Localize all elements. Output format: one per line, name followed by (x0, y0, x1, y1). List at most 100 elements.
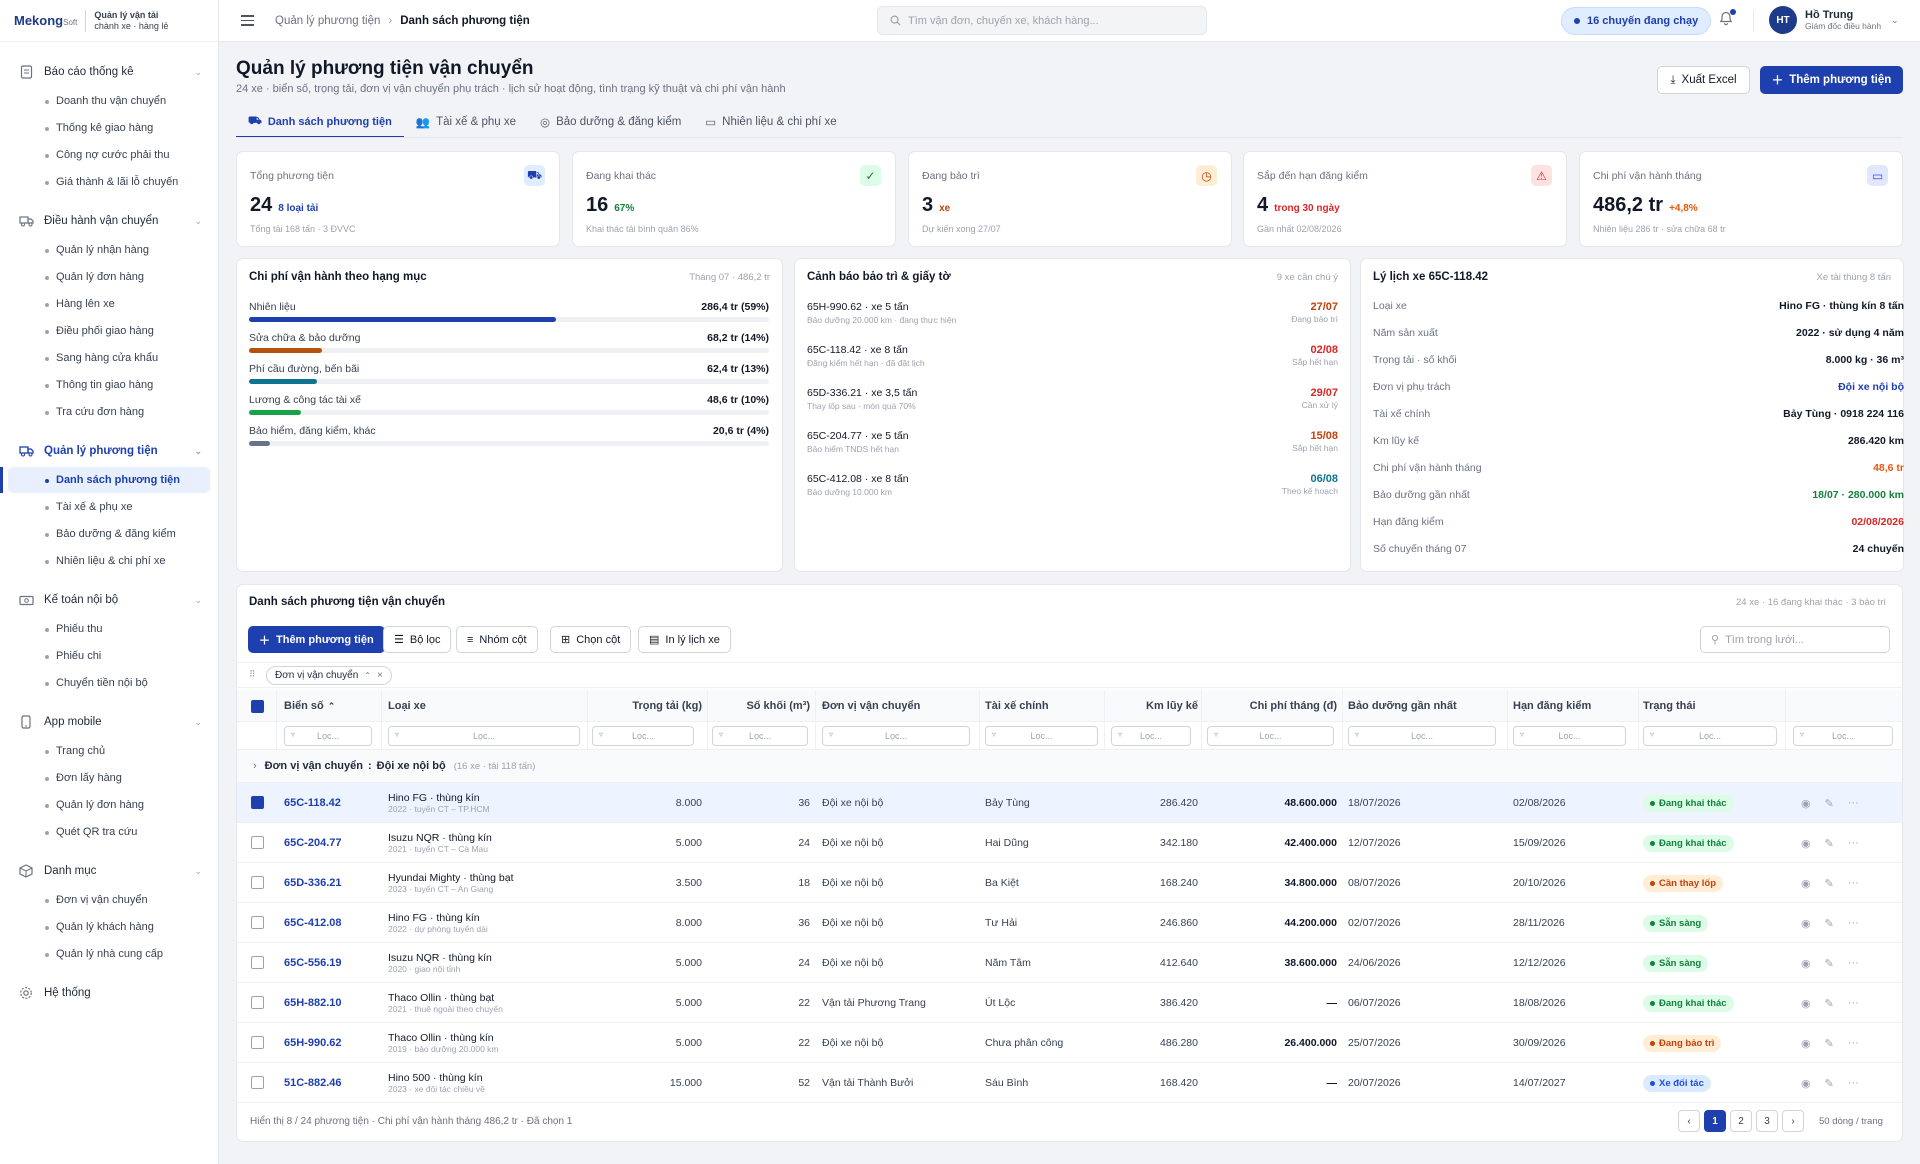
tab-fuel-costs[interactable]: ▭ Nhiên liệu & chi phí xe (693, 108, 848, 138)
alert-row[interactable]: 65H-990.62 · xe 5 tấn Bảo dưỡng 20.000 km… (807, 301, 1338, 337)
column-header[interactable]: Chi phí tháng (đ) (1207, 690, 1337, 722)
eye-icon[interactable]: ◉ (1801, 797, 1811, 810)
plate-cell[interactable]: 65D-336.21 (284, 863, 384, 903)
alert-row[interactable]: 65C-412.08 · xe 8 tấn Bảo dưỡng 10.000 km… (807, 473, 1338, 509)
sidebar-item[interactable]: Phiếu chi (8, 643, 210, 669)
sidebar-item[interactable]: Tra cứu đơn hàng (8, 399, 210, 425)
alert-row[interactable]: 65C-204.77 · xe 5 tấn Bảo hiểm TNDS hết h… (807, 430, 1338, 466)
next-page-button[interactable]: › (1782, 1110, 1804, 1132)
more-icon[interactable]: ··· (1848, 1077, 1859, 1089)
user-menu[interactable]: HT Hồ Trung Giám đốc điều hành ⌄ (1769, 6, 1899, 34)
print-history-button[interactable]: ▤ In lý lịch xe (638, 626, 731, 653)
column-header[interactable]: Bảo dưỡng gần nhất (1348, 690, 1498, 722)
alert-row[interactable]: 65D-336.21 · xe 3,5 tấn Thay lốp sau · mò… (807, 387, 1338, 423)
more-icon[interactable]: ··· (1848, 957, 1859, 969)
plate-link[interactable]: 65C-556.19 (284, 957, 342, 969)
group-row[interactable]: › Đơn vị vận chuyển : Đội xe nội bộ (16 … (237, 750, 1902, 782)
more-icon[interactable]: ··· (1848, 1037, 1859, 1049)
add-vehicle-button[interactable]: ＋ Thêm phương tiện (1760, 66, 1903, 94)
sidebar-item[interactable]: Quản lý đơn hàng (8, 792, 210, 818)
sidebar-group-vehicle[interactable]: Quản lý phương tiện ⌄ (8, 437, 210, 465)
global-search-input[interactable]: Tìm vận đơn, chuyến xe, khách hàng... (877, 6, 1207, 35)
sidebar-item[interactable]: Hàng lên xe (8, 291, 210, 317)
page-3-button[interactable]: 3 (1756, 1110, 1778, 1132)
choose-columns-button[interactable]: ⊞ Chọn cột (550, 626, 632, 653)
plate-link[interactable]: 65C-118.42 (284, 797, 341, 809)
edit-icon[interactable]: ✎ (1825, 877, 1834, 890)
sidebar-item[interactable]: Sang hàng cửa khẩu (8, 345, 210, 371)
edit-icon[interactable]: ✎ (1825, 957, 1834, 970)
sidebar-item[interactable]: Nhiên liệu & chi phí xe (8, 548, 210, 574)
sidebar-item[interactable]: Công nợ cước phải thu (8, 142, 210, 168)
sidebar-group-box[interactable]: Danh mục ⌄ (8, 857, 210, 885)
alert-row[interactable]: 65C-118.42 · xe 8 tấn Đăng kiểm hết hạn ·… (807, 344, 1338, 380)
plate-cell[interactable]: 65C-118.42 (284, 783, 384, 823)
column-filter-input[interactable]: Lọc... (822, 726, 970, 746)
column-header[interactable]: Trạng thái (1643, 690, 1783, 722)
more-icon[interactable]: ··· (1848, 797, 1859, 809)
plate-link[interactable]: 65H-882.10 (284, 997, 342, 1009)
select-all-checkbox[interactable] (251, 700, 264, 713)
eye-icon[interactable]: ◉ (1801, 877, 1811, 890)
sidebar-item[interactable]: Quản lý đơn hàng (8, 264, 210, 290)
sidebar-item[interactable]: Chuyển tiền nội bộ (8, 670, 210, 696)
edit-icon[interactable]: ✎ (1825, 1077, 1834, 1090)
sidebar-item[interactable]: Thống kê giao hàng (8, 115, 210, 141)
plate-cell[interactable]: 65H-990.62 (284, 1023, 384, 1063)
column-filter-input[interactable]: Lọc... (1513, 726, 1626, 746)
export-excel-button[interactable]: ⤓ Xuất Excel (1657, 66, 1750, 94)
table-row[interactable]: 65H-990.62 Thaco Ollin · thùng kín 2019 · … (237, 1022, 1902, 1062)
row-checkbox[interactable] (251, 796, 264, 809)
sidebar-item[interactable]: Tài xế & phụ xe (8, 494, 210, 520)
sidebar-item[interactable]: Danh sách phương tiện (0, 467, 210, 493)
plate-cell[interactable]: 65C-556.19 (284, 943, 384, 983)
column-filter-input[interactable]: Lọc... (1207, 726, 1334, 746)
breadcrumb-parent[interactable]: Quản lý phương tiện (275, 15, 380, 27)
sidebar-item[interactable]: Doanh thu vận chuyển (8, 88, 210, 114)
more-icon[interactable]: ··· (1848, 917, 1859, 929)
actions-filter-input[interactable]: Lọc... (1793, 726, 1893, 746)
plate-link[interactable]: 51C-882.46 (284, 1077, 342, 1089)
sort-asc-icon[interactable]: ⌃ (364, 671, 371, 680)
edit-icon[interactable]: ✎ (1825, 917, 1834, 930)
column-filter-input[interactable]: Lọc... (985, 726, 1098, 746)
sidebar-item[interactable]: Quản lý khách hàng (8, 914, 210, 940)
table-row[interactable]: 65C-118.42 Hino FG · thùng kín 2022 · tuyế… (237, 782, 1902, 822)
plate-link[interactable]: 65D-336.21 (284, 877, 342, 889)
eye-icon[interactable]: ◉ (1801, 917, 1811, 930)
column-filter-input[interactable]: Lọc... (592, 726, 694, 746)
sidebar-item[interactable]: Điều phối giao hàng (8, 318, 210, 344)
sort-asc-icon[interactable]: ⌃ (328, 701, 336, 712)
row-checkbox[interactable] (251, 1036, 264, 1049)
column-filter-input[interactable]: Lọc... (712, 726, 808, 746)
menu-toggle-icon[interactable] (241, 12, 259, 30)
column-header[interactable]: Biển số ⌃ (284, 690, 384, 722)
eye-icon[interactable]: ◉ (1801, 957, 1811, 970)
column-header[interactable]: Trọng tải (kg) (592, 690, 702, 722)
sidebar-item[interactable]: Bảo dưỡng & đăng kiểm (8, 521, 210, 547)
column-filter-input[interactable]: Lọc... (284, 726, 372, 746)
table-row[interactable]: 65D-336.21 Hyundai Mighty · thùng bạt 2023… (237, 862, 1902, 902)
group-chip[interactable]: Đơn vị vận chuyển ⌃ × (266, 666, 392, 685)
sidebar-item[interactable]: Giá thành & lãi lỗ chuyến (8, 169, 210, 195)
row-checkbox[interactable] (251, 956, 264, 969)
page-1-button[interactable]: 1 (1704, 1110, 1726, 1132)
table-row[interactable]: 65C-204.77 Isuzu NQR · thùng kín 2021 · tu… (237, 822, 1902, 862)
tab-maintenance[interactable]: ◎ Bảo dưỡng & đăng kiểm (528, 108, 693, 138)
sidebar-item[interactable]: Đơn lấy hàng (8, 765, 210, 791)
sidebar-item[interactable]: Quản lý nhận hàng (8, 237, 210, 263)
edit-icon[interactable]: ✎ (1825, 1037, 1834, 1050)
close-icon[interactable]: × (377, 670, 383, 681)
more-icon[interactable]: ··· (1848, 997, 1859, 1009)
prev-page-button[interactable]: ‹ (1678, 1110, 1700, 1132)
notification-bell-icon[interactable] (1719, 9, 1736, 29)
sidebar-item[interactable]: Quản lý nhà cung cấp (8, 941, 210, 967)
sidebar-item[interactable]: Trang chủ (8, 738, 210, 764)
chevron-right-icon[interactable]: › (253, 760, 257, 772)
sidebar-group-report[interactable]: Báo cáo thống kê ⌄ (8, 58, 210, 86)
sidebar-group-phone[interactable]: App mobile ⌄ (8, 708, 210, 736)
table-add-vehicle-button[interactable]: ＋ Thêm phương tiện (248, 626, 385, 653)
more-icon[interactable]: ··· (1848, 837, 1859, 849)
drag-handle-icon[interactable]: ⠿ (249, 669, 256, 680)
grid-search-input[interactable]: ⚲ Tìm trong lưới... (1700, 626, 1890, 653)
